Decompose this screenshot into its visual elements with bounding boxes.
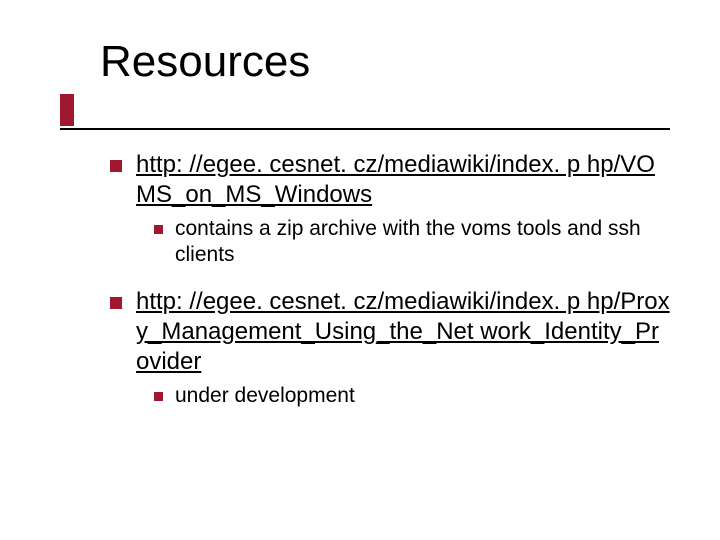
sub-list: under development — [154, 383, 670, 409]
bullet-text: http: //egee. cesnet. cz/mediawiki/index… — [136, 150, 670, 210]
square-bullet-icon — [110, 160, 122, 172]
list-item: http: //egee. cesnet. cz/mediawiki/index… — [110, 287, 670, 377]
resource-link[interactable]: http: //egee. cesnet. cz/mediawiki/index… — [136, 151, 655, 208]
square-bullet-icon — [154, 225, 163, 234]
content: http: //egee. cesnet. cz/mediawiki/index… — [110, 150, 670, 427]
square-bullet-icon — [110, 297, 122, 309]
slide: Resources http: //egee. cesnet. cz/media… — [0, 0, 720, 540]
list-item: contains a zip archive with the voms too… — [154, 216, 670, 269]
title-accent — [60, 94, 74, 126]
title-rule — [60, 128, 670, 130]
list-item: http: //egee. cesnet. cz/mediawiki/index… — [110, 150, 670, 210]
sub-list: contains a zip archive with the voms too… — [154, 216, 670, 269]
sub-bullet-text: contains a zip archive with the voms too… — [175, 216, 670, 269]
title-wrap: Resources — [100, 40, 310, 84]
slide-title: Resources — [100, 40, 310, 84]
sub-bullet-text: under development — [175, 383, 670, 409]
list-item: under development — [154, 383, 670, 409]
bullet-text: http: //egee. cesnet. cz/mediawiki/index… — [136, 287, 670, 377]
resource-link[interactable]: http: //egee. cesnet. cz/mediawiki/index… — [136, 288, 670, 375]
square-bullet-icon — [154, 392, 163, 401]
